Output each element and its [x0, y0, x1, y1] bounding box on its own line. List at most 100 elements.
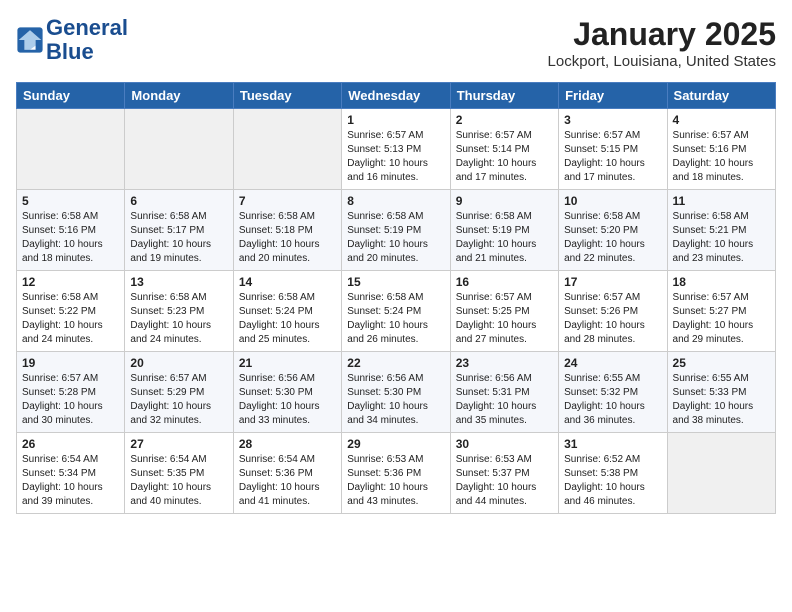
day-info: Sunrise: 6:57 AM Sunset: 5:16 PM Dayligh… — [673, 129, 770, 185]
week-row-4: 19 Sunrise: 6:57 AM Sunset: 5:28 PM Dayli… — [17, 352, 776, 433]
day-header-saturday: Saturday — [667, 83, 775, 109]
calendar-cell: 17 Sunrise: 6:57 AM Sunset: 5:26 PM Dayli… — [559, 271, 667, 352]
calendar-cell: 13 Sunrise: 6:58 AM Sunset: 5:23 PM Dayli… — [125, 271, 233, 352]
calendar-cell: 14 Sunrise: 6:58 AM Sunset: 5:24 PM Dayli… — [233, 271, 341, 352]
day-info: Sunrise: 6:57 AM Sunset: 5:25 PM Dayligh… — [456, 291, 553, 347]
location: Lockport, Louisiana, United States — [548, 53, 776, 70]
calendar-cell: 3 Sunrise: 6:57 AM Sunset: 5:15 PM Daylig… — [559, 109, 667, 190]
calendar-cell: 29 Sunrise: 6:53 AM Sunset: 5:36 PM Dayli… — [342, 433, 450, 514]
day-info: Sunrise: 6:58 AM Sunset: 5:18 PM Dayligh… — [239, 210, 336, 266]
calendar-cell: 5 Sunrise: 6:58 AM Sunset: 5:16 PM Daylig… — [17, 190, 125, 271]
week-row-5: 26Sunrise: 6:54 AM Sunset: 5:34 PM Dayli… — [17, 433, 776, 514]
calendar-cell — [125, 109, 233, 190]
day-info: Sunrise: 6:58 AM Sunset: 5:24 PM Dayligh… — [239, 291, 336, 347]
calendar-cell: 31 Sunrise: 6:52 AM Sunset: 5:38 PM Dayli… — [559, 433, 667, 514]
day-number: 19 — [22, 356, 119, 370]
day-info: Sunrise: 6:58 AM Sunset: 5:21 PM Dayligh… — [673, 210, 770, 266]
day-header-thursday: Thursday — [450, 83, 558, 109]
calendar-cell: 2 Sunrise: 6:57 AM Sunset: 5:14 PM Daylig… — [450, 109, 558, 190]
title-block: January 2025 Lockport, Louisiana, United… — [548, 16, 776, 70]
calendar-cell: 24 Sunrise: 6:55 AM Sunset: 5:32 PM Dayli… — [559, 352, 667, 433]
calendar-cell: 4Sunrise: 6:57 AM Sunset: 5:16 PM Daylig… — [667, 109, 775, 190]
day-info: Sunrise: 6:54 AM Sunset: 5:36 PM Dayligh… — [239, 453, 336, 509]
day-number: 28 — [239, 437, 336, 451]
day-header-monday: Monday — [125, 83, 233, 109]
calendar-header-row: SundayMondayTuesdayWednesdayThursdayFrid… — [17, 83, 776, 109]
day-info: Sunrise: 6:56 AM Sunset: 5:31 PM Dayligh… — [456, 372, 553, 428]
calendar-cell: 21 Sunrise: 6:56 AM Sunset: 5:30 PM Dayli… — [233, 352, 341, 433]
day-info: Sunrise: 6:52 AM Sunset: 5:38 PM Dayligh… — [564, 453, 661, 509]
day-info: Sunrise: 6:57 AM Sunset: 5:27 PM Dayligh… — [673, 291, 770, 347]
day-info: Sunrise: 6:58 AM Sunset: 5:24 PM Dayligh… — [347, 291, 444, 347]
day-info: Sunrise: 6:57 AM Sunset: 5:14 PM Dayligh… — [456, 129, 553, 185]
day-number: 2 — [456, 113, 553, 127]
day-number: 20 — [130, 356, 227, 370]
day-number: 29 — [347, 437, 444, 451]
day-number: 21 — [239, 356, 336, 370]
day-number: 25 — [673, 356, 770, 370]
day-header-friday: Friday — [559, 83, 667, 109]
day-number: 30 — [456, 437, 553, 451]
logo-text: General Blue — [46, 16, 128, 64]
day-info: Sunrise: 6:54 AM Sunset: 5:34 PM Dayligh… — [22, 453, 119, 509]
logo: General Blue — [16, 16, 128, 64]
day-number: 17 — [564, 275, 661, 289]
day-header-tuesday: Tuesday — [233, 83, 341, 109]
day-info: Sunrise: 6:53 AM Sunset: 5:36 PM Dayligh… — [347, 453, 444, 509]
day-number: 14 — [239, 275, 336, 289]
calendar-cell: 12Sunrise: 6:58 AM Sunset: 5:22 PM Dayli… — [17, 271, 125, 352]
day-number: 31 — [564, 437, 661, 451]
day-info: Sunrise: 6:58 AM Sunset: 5:20 PM Dayligh… — [564, 210, 661, 266]
calendar-cell: 20 Sunrise: 6:57 AM Sunset: 5:29 PM Dayli… — [125, 352, 233, 433]
day-info: Sunrise: 6:57 AM Sunset: 5:29 PM Dayligh… — [130, 372, 227, 428]
calendar-cell: 16 Sunrise: 6:57 AM Sunset: 5:25 PM Dayli… — [450, 271, 558, 352]
day-info: Sunrise: 6:55 AM Sunset: 5:32 PM Dayligh… — [564, 372, 661, 428]
week-row-3: 12Sunrise: 6:58 AM Sunset: 5:22 PM Dayli… — [17, 271, 776, 352]
day-info: Sunrise: 6:57 AM Sunset: 5:28 PM Dayligh… — [22, 372, 119, 428]
day-info: Sunrise: 6:58 AM Sunset: 5:17 PM Dayligh… — [130, 210, 227, 266]
calendar-cell — [17, 109, 125, 190]
week-row-1: 1Sunrise: 6:57 AM Sunset: 5:13 PM Daylig… — [17, 109, 776, 190]
day-number: 5 — [22, 194, 119, 208]
calendar-cell: 30Sunrise: 6:53 AM Sunset: 5:37 PM Dayli… — [450, 433, 558, 514]
day-number: 1 — [347, 113, 444, 127]
day-info: Sunrise: 6:58 AM Sunset: 5:19 PM Dayligh… — [347, 210, 444, 266]
calendar-cell: 28 Sunrise: 6:54 AM Sunset: 5:36 PM Dayli… — [233, 433, 341, 514]
day-number: 27 — [130, 437, 227, 451]
day-number: 16 — [456, 275, 553, 289]
calendar-cell: 26Sunrise: 6:54 AM Sunset: 5:34 PM Dayli… — [17, 433, 125, 514]
week-row-2: 5 Sunrise: 6:58 AM Sunset: 5:16 PM Daylig… — [17, 190, 776, 271]
day-info: Sunrise: 6:57 AM Sunset: 5:26 PM Dayligh… — [564, 291, 661, 347]
calendar-cell: 9 Sunrise: 6:58 AM Sunset: 5:19 PM Daylig… — [450, 190, 558, 271]
calendar-cell: 1Sunrise: 6:57 AM Sunset: 5:13 PM Daylig… — [342, 109, 450, 190]
day-header-wednesday: Wednesday — [342, 83, 450, 109]
day-info: Sunrise: 6:58 AM Sunset: 5:16 PM Dayligh… — [22, 210, 119, 266]
day-info: Sunrise: 6:54 AM Sunset: 5:35 PM Dayligh… — [130, 453, 227, 509]
day-header-sunday: Sunday — [17, 83, 125, 109]
day-number: 6 — [130, 194, 227, 208]
calendar-cell: 19 Sunrise: 6:57 AM Sunset: 5:28 PM Dayli… — [17, 352, 125, 433]
day-number: 18 — [673, 275, 770, 289]
day-info: Sunrise: 6:58 AM Sunset: 5:22 PM Dayligh… — [22, 291, 119, 347]
day-number: 7 — [239, 194, 336, 208]
day-info: Sunrise: 6:57 AM Sunset: 5:15 PM Dayligh… — [564, 129, 661, 185]
day-info: Sunrise: 6:55 AM Sunset: 5:33 PM Dayligh… — [673, 372, 770, 428]
calendar-cell: 22Sunrise: 6:56 AM Sunset: 5:30 PM Dayli… — [342, 352, 450, 433]
day-info: Sunrise: 6:58 AM Sunset: 5:19 PM Dayligh… — [456, 210, 553, 266]
calendar-table: SundayMondayTuesdayWednesdayThursdayFrid… — [16, 82, 776, 514]
day-info: Sunrise: 6:58 AM Sunset: 5:23 PM Dayligh… — [130, 291, 227, 347]
calendar-cell: 23Sunrise: 6:56 AM Sunset: 5:31 PM Dayli… — [450, 352, 558, 433]
day-number: 11 — [673, 194, 770, 208]
day-number: 13 — [130, 275, 227, 289]
calendar-cell: 6 Sunrise: 6:58 AM Sunset: 5:17 PM Daylig… — [125, 190, 233, 271]
day-number: 24 — [564, 356, 661, 370]
calendar-cell: 8Sunrise: 6:58 AM Sunset: 5:19 PM Daylig… — [342, 190, 450, 271]
day-info: Sunrise: 6:56 AM Sunset: 5:30 PM Dayligh… — [347, 372, 444, 428]
calendar-cell: 10Sunrise: 6:58 AM Sunset: 5:20 PM Dayli… — [559, 190, 667, 271]
day-info: Sunrise: 6:56 AM Sunset: 5:30 PM Dayligh… — [239, 372, 336, 428]
day-number: 9 — [456, 194, 553, 208]
page-header: General Blue January 2025 Lockport, Loui… — [16, 16, 776, 70]
calendar-cell — [233, 109, 341, 190]
day-number: 3 — [564, 113, 661, 127]
calendar-cell — [667, 433, 775, 514]
